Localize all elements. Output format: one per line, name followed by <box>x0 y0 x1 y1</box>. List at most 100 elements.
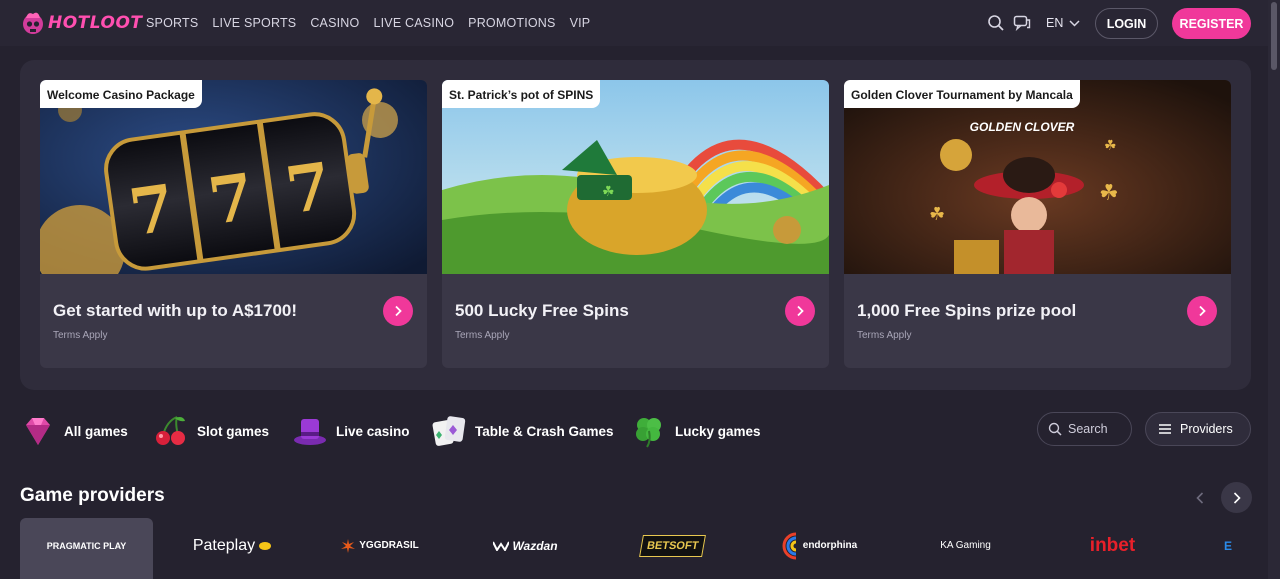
provider-pragmatic-play[interactable]: PRAGMATIC PLAY <box>20 518 153 579</box>
providers-prev-button[interactable] <box>1186 484 1214 512</box>
provider-logo: YGGDRASIL <box>340 538 419 554</box>
category-all-games[interactable]: All games <box>20 413 128 449</box>
promo-tag: St. Patrick’s pot of SPINS <box>442 80 601 108</box>
provider-name: E <box>1224 538 1233 553</box>
provider-betsoft[interactable]: BETSOFT <box>606 518 739 579</box>
cards-icon <box>432 416 466 446</box>
provider-name: BETSOFT <box>645 539 700 552</box>
svg-text:☘: ☘ <box>602 184 615 200</box>
providers-next-button[interactable] <box>1221 482 1252 513</box>
menu-lines-icon <box>1159 424 1171 434</box>
clover-icon <box>636 418 661 448</box>
chevron-right-icon <box>797 305 804 317</box>
provider-logo: inbet <box>1090 535 1135 557</box>
category-label: All games <box>64 423 128 439</box>
skull-logo-icon <box>23 12 43 34</box>
top-navigation-bar: HOTLOOT SPORTS LIVE SPORTS CASINO LIVE C… <box>0 0 1268 46</box>
promo-card-golden-clover[interactable]: GOLDEN CLOVER ☘ ☘ ☘ Golden Clover Tourna… <box>844 80 1231 368</box>
provider-pateplay[interactable]: Pateplay <box>166 518 299 579</box>
provider-yggdrasil[interactable]: YGGDRASIL <box>313 518 446 579</box>
nav-sports[interactable]: SPORTS <box>146 16 198 30</box>
chevron-down-icon <box>1069 19 1080 27</box>
logo-text: HOTLOOT <box>48 13 143 33</box>
provider-ka-gaming[interactable]: KA Gaming <box>899 518 1032 579</box>
category-slot-games[interactable]: Slot games <box>153 413 269 449</box>
promo-arrow-button[interactable] <box>785 296 815 326</box>
bird-icon <box>259 541 272 550</box>
promo-tag: Golden Clover Tournament by Mancala <box>844 80 1080 108</box>
nav-live-sports[interactable]: LIVE SPORTS <box>212 16 296 30</box>
chevron-right-icon <box>1199 305 1206 317</box>
page-scrollbar[interactable] <box>1268 0 1280 579</box>
provider-partial[interactable]: E <box>1192 518 1252 579</box>
provider-name: inbet <box>1089 534 1136 556</box>
chevron-left-icon <box>1196 492 1204 504</box>
nav-promotions[interactable]: PROMOTIONS <box>468 16 555 30</box>
provider-name: endorphina <box>802 540 858 551</box>
svg-text:☘: ☘ <box>1104 138 1117 154</box>
provider-endorphina[interactable]: endorphina <box>753 518 886 579</box>
provider-name: YGGDRASIL <box>359 540 419 551</box>
game-search-input[interactable]: Search <box>1037 412 1132 446</box>
provider-name: Pateplay <box>192 536 256 554</box>
svg-text:☘: ☘ <box>929 204 945 225</box>
provider-name: KA Gaming <box>940 540 991 551</box>
chevron-right-icon <box>395 305 402 317</box>
promo-arrow-button[interactable] <box>1187 296 1217 326</box>
provider-wazdan[interactable]: Wazdan <box>459 518 592 579</box>
scrollbar-thumb[interactable] <box>1271 2 1277 70</box>
provider-logo: BETSOFT <box>638 534 707 557</box>
endorphina-swirl-icon <box>782 532 797 559</box>
slot-machine-777-image: 7 7 7 <box>40 80 427 274</box>
category-table-crash-games[interactable]: Table & Crash Games <box>431 413 614 449</box>
search-icon <box>1048 422 1062 436</box>
gem-icon <box>26 418 50 445</box>
search-icon[interactable] <box>987 14 1005 32</box>
nav-live-casino[interactable]: LIVE CASINO <box>373 16 454 30</box>
hotloot-logo[interactable]: HOTLOOT <box>20 10 143 36</box>
provider-logo: PRAGMATIC PLAY <box>47 541 127 551</box>
provider-logo: endorphina <box>782 531 857 561</box>
promotions-panel: 7 7 7 Welcome Casino Package Get started… <box>20 60 1251 390</box>
nav-vip[interactable]: VIP <box>570 16 591 30</box>
tree-icon <box>341 538 356 553</box>
promo-title: 1,000 Free Spins prize pool <box>857 301 1077 320</box>
language-label: EN <box>1046 16 1064 30</box>
providers-label: Providers <box>1180 422 1233 436</box>
top-hat-icon <box>294 419 326 445</box>
cherries-icon <box>156 416 185 445</box>
category-label: Slot games <box>197 423 270 439</box>
promo-card-st-patrick[interactable]: ☘ St. Patrick’s pot of SPINS 500 Lucky F… <box>442 80 829 368</box>
providers-button[interactable]: Providers <box>1145 412 1251 446</box>
provider-logo: E <box>1224 539 1232 553</box>
promo-terms[interactable]: Terms Apply <box>455 330 509 341</box>
register-button[interactable]: REGISTER <box>1172 8 1251 39</box>
chat-icon[interactable] <box>1013 14 1031 32</box>
provider-logo: Wazdan <box>493 539 558 553</box>
golden-clover-image: GOLDEN CLOVER ☘ ☘ ☘ <box>844 80 1231 274</box>
language-selector[interactable]: EN <box>1046 16 1080 30</box>
promo-card-welcome[interactable]: 7 7 7 Welcome Casino Package Get started… <box>40 80 427 368</box>
category-label: Lucky games <box>675 423 761 439</box>
promo-arrow-button[interactable] <box>383 296 413 326</box>
search-placeholder: Search <box>1068 422 1108 436</box>
provider-name: PRAGMATIC PLAY <box>46 540 127 551</box>
category-label: Live casino <box>336 423 410 439</box>
provider-logo: KA Gaming <box>940 540 991 551</box>
promo-terms[interactable]: Terms Apply <box>53 330 107 341</box>
svg-text:☘: ☘ <box>1099 181 1119 206</box>
login-button[interactable]: LOGIN <box>1095 8 1158 39</box>
category-live-casino[interactable]: Live casino <box>292 413 410 449</box>
main-nav: SPORTS LIVE SPORTS CASINO LIVE CASINO PR… <box>146 16 590 30</box>
provider-inbet[interactable]: inbet <box>1046 518 1179 579</box>
nav-casino[interactable]: CASINO <box>310 16 359 30</box>
promo-tag: Welcome Casino Package <box>40 80 202 108</box>
chevron-right-icon <box>1233 491 1241 504</box>
promo-terms[interactable]: Terms Apply <box>857 330 911 341</box>
game-providers-title: Game providers <box>20 485 165 506</box>
pot-of-gold-image: ☘ <box>442 80 829 274</box>
provider-logo: Pateplay <box>193 537 272 555</box>
category-lucky-games[interactable]: Lucky games <box>631 413 761 449</box>
wazdan-w-icon <box>493 541 510 551</box>
category-label: Table & Crash Games <box>475 423 614 439</box>
